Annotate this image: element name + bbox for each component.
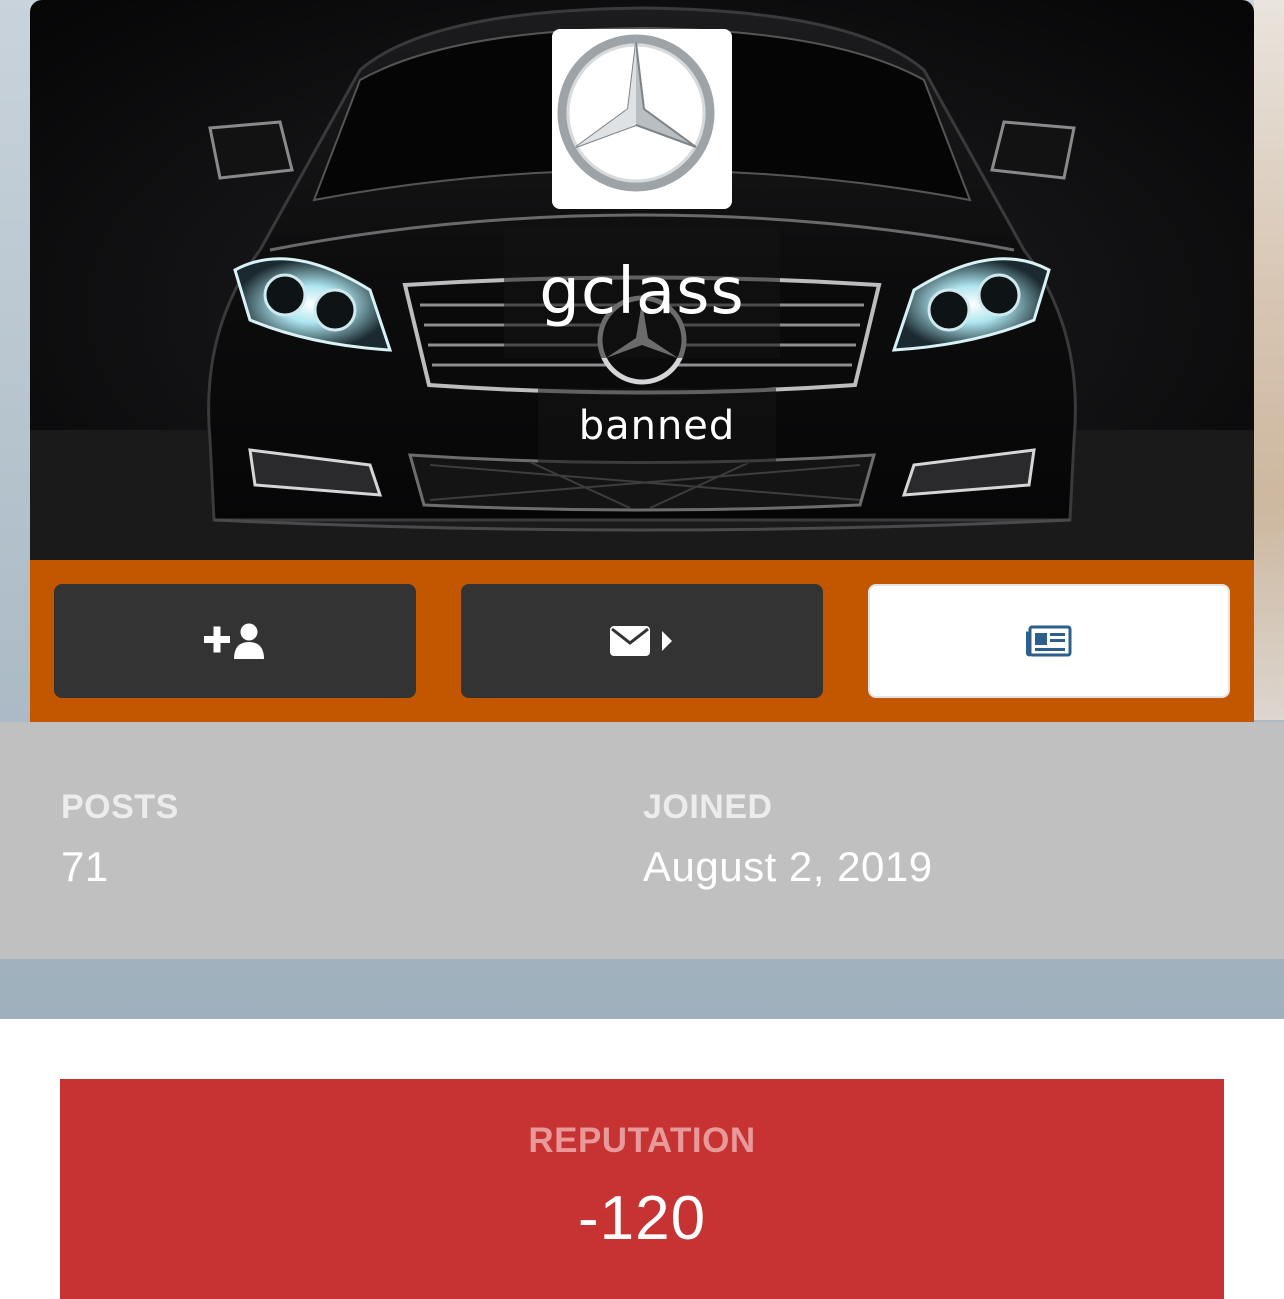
mercedes-star-logo-icon [557,34,715,192]
member-group: banned [578,403,736,449]
posts-count: 71 [61,843,109,890]
reputation-badge[interactable]: REPUTATION -120 [60,1079,1224,1299]
username-container: gclass [504,226,780,358]
posts-label: POSTS [61,788,179,826]
newspaper-icon [1026,625,1072,657]
user-plus-icon [204,623,264,659]
message-button[interactable] [461,584,823,698]
view-content-button[interactable] [868,584,1230,698]
username: gclass [539,255,745,329]
profile-action-bar [30,560,1254,722]
profile-stats: POSTS 71 JOINED August 2, 2019 [0,722,1284,959]
envelope-icon [610,626,672,656]
joined-stat: JOINED August 2, 2019 [643,788,933,891]
background-edge [1254,0,1284,720]
cover-photo: gclass banned [30,0,1254,560]
follow-button[interactable] [54,584,416,698]
reputation-label: REPUTATION [528,1121,756,1160]
joined-date: August 2, 2019 [643,843,933,890]
reputation-value: -120 [577,1184,707,1253]
profile-header: gclass banned [30,0,1254,722]
member-group-container: banned [538,388,776,464]
chevron-right-icon [662,631,672,651]
avatar[interactable] [552,29,732,209]
posts-stat: POSTS 71 [61,788,179,891]
joined-label: JOINED [643,788,773,826]
